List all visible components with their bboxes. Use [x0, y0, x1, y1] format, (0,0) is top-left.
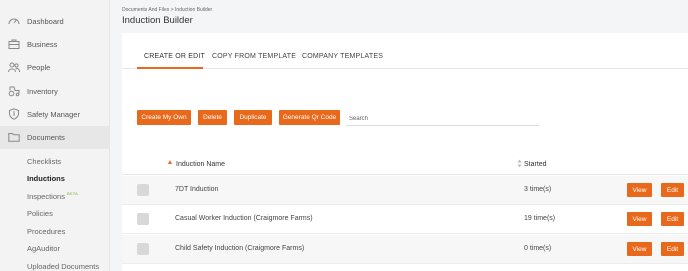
page-title: Induction Builder — [122, 15, 193, 26]
table-row: 7DT Induction 3 time(s) View Edit — [122, 176, 688, 205]
sidebar-item-business[interactable]: Business — [0, 33, 110, 56]
sidebar-subitem-inspections[interactable]: Inspections BETA — [27, 191, 78, 201]
sidebar-item-documents[interactable]: Documents — [0, 126, 110, 149]
started-count: 19 time(s) — [524, 215, 556, 222]
dashboard-icon — [8, 18, 20, 25]
delete-button[interactable]: Delete — [198, 110, 227, 125]
people-icon — [8, 62, 20, 73]
started-count: 3 time(s) — [524, 186, 552, 193]
tab-bar: CREATE OR EDIT COPY FROM TEMPLATE COMPAN… — [122, 33, 688, 69]
induction-name: Child Safety Induction (Craigmore Farms) — [175, 245, 305, 252]
row-checkbox[interactable] — [137, 213, 149, 225]
sidebar-subitem-uploaded-documents[interactable]: Uploaded Documents — [27, 262, 99, 271]
briefcase-icon — [8, 39, 20, 49]
view-button[interactable]: View — [627, 212, 652, 226]
beta-badge: BETA — [66, 191, 78, 196]
sidebar-item-dashboard[interactable]: Dashboard — [0, 10, 110, 33]
column-header-started[interactable]: Started — [524, 161, 547, 168]
sidebar: Dashboard Business People Inventory Safe… — [0, 0, 110, 271]
tab-create-or-edit[interactable]: CREATE OR EDIT — [144, 53, 205, 60]
sidebar-subitem-checklists[interactable]: Checklists — [27, 157, 61, 166]
generate-qr-code-button[interactable]: Generate Qr Code — [279, 110, 340, 125]
row-checkbox[interactable] — [137, 243, 149, 255]
sidebar-subitem-label: Inspections — [27, 192, 65, 201]
column-header-induction-name[interactable]: Induction Name — [176, 161, 225, 168]
sidebar-item-label: Documents — [27, 133, 65, 142]
table-row: Child Safety Induction (Craigmore Farms)… — [122, 235, 688, 264]
row-checkbox[interactable] — [137, 184, 149, 196]
sidebar-subitem-policies[interactable]: Policies — [27, 209, 53, 218]
view-button[interactable]: View — [627, 242, 652, 256]
breadcrumb: Documents And Files > Induction Builder — [122, 7, 213, 13]
sidebar-item-safety-manager[interactable]: Safety Manager — [0, 103, 110, 126]
sidebar-item-label: Business — [27, 40, 58, 49]
sidebar-item-inventory[interactable]: Inventory — [0, 80, 110, 103]
sort-ascending-icon[interactable] — [168, 160, 172, 164]
tractor-icon — [8, 86, 20, 97]
tab-copy-from-template[interactable]: COPY FROM TEMPLATE — [212, 53, 296, 60]
sidebar-item-label: Dashboard — [27, 17, 64, 26]
table-header: Induction Name Started — [122, 154, 688, 175]
folder-icon — [8, 133, 20, 142]
sort-icon[interactable] — [517, 159, 522, 168]
sidebar-item-label: Inventory — [27, 87, 58, 96]
sidebar-item-people[interactable]: People — [0, 56, 110, 79]
edit-button[interactable]: Edit — [661, 212, 684, 226]
duplicate-button[interactable]: Duplicate — [234, 110, 272, 125]
edit-button[interactable]: Edit — [661, 242, 684, 256]
sidebar-subitem-procedures[interactable]: Procedures — [27, 227, 65, 236]
sidebar-subitem-inductions[interactable]: Inductions — [27, 174, 65, 183]
sidebar-item-label: Safety Manager — [27, 110, 80, 119]
edit-button[interactable]: Edit — [661, 183, 684, 197]
sidebar-subitem-agauditor[interactable]: AgAuditor — [27, 244, 60, 253]
sidebar-item-label: People — [27, 63, 51, 72]
active-tab-indicator — [137, 67, 203, 69]
search-input[interactable] — [346, 112, 539, 126]
shield-icon — [9, 108, 19, 120]
table-row: Casual Worker Induction (Craigmore Farms… — [122, 205, 688, 234]
started-count: 0 time(s) — [524, 245, 552, 252]
induction-builder-panel: CREATE OR EDIT COPY FROM TEMPLATE COMPAN… — [122, 33, 688, 271]
induction-name: Casual Worker Induction (Craigmore Farms… — [175, 215, 313, 222]
create-my-own-button[interactable]: Create My Own — [137, 110, 191, 125]
view-button[interactable]: View — [627, 183, 652, 197]
induction-name: 7DT Induction — [175, 186, 219, 193]
tab-company-templates[interactable]: COMPANY TEMPLATES — [302, 53, 383, 60]
